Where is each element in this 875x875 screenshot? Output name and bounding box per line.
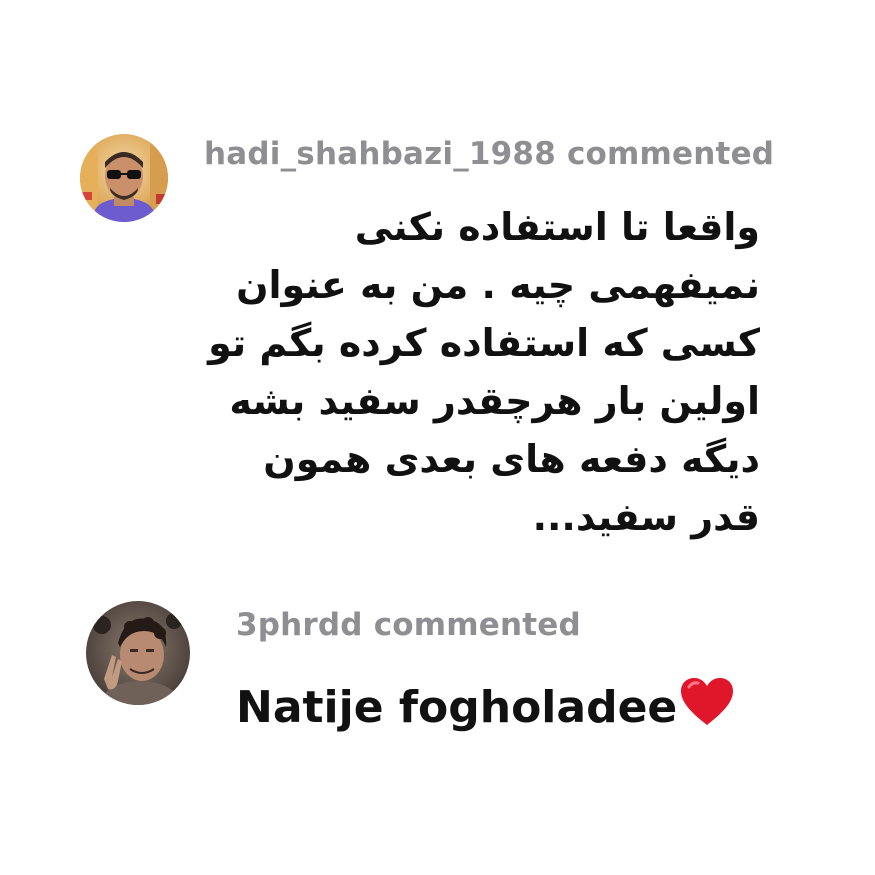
comment-text: واقعا تا استفاده نکنی نمیفهمی چیه . من ب… (208, 205, 760, 539)
user-avatar[interactable] (86, 601, 190, 705)
red-heart-icon (679, 677, 735, 743)
user-avatar[interactable] (80, 134, 168, 222)
comment-action-label: commented (373, 607, 581, 643)
comment-text-line: Natije fogholadee (236, 677, 735, 743)
comment-header: 3phrdd commented (236, 607, 581, 643)
avatar-photo-icon (86, 601, 190, 705)
comment-action-label: commented (566, 136, 775, 172)
comment-header: hadi_shahbazi_1988 commented (204, 136, 774, 172)
avatar-photo-icon (80, 134, 168, 222)
username-link[interactable]: 3phrdd (236, 607, 363, 643)
username-link[interactable]: hadi_shahbazi_1988 (204, 136, 556, 172)
comment-item: 3phrdd commented Natije fogholadee (0, 595, 875, 775)
comment-text: Natije fogholadee (236, 682, 678, 733)
comment-item: hadi_shahbazi_1988 commented واقعا تا اس… (0, 120, 875, 539)
